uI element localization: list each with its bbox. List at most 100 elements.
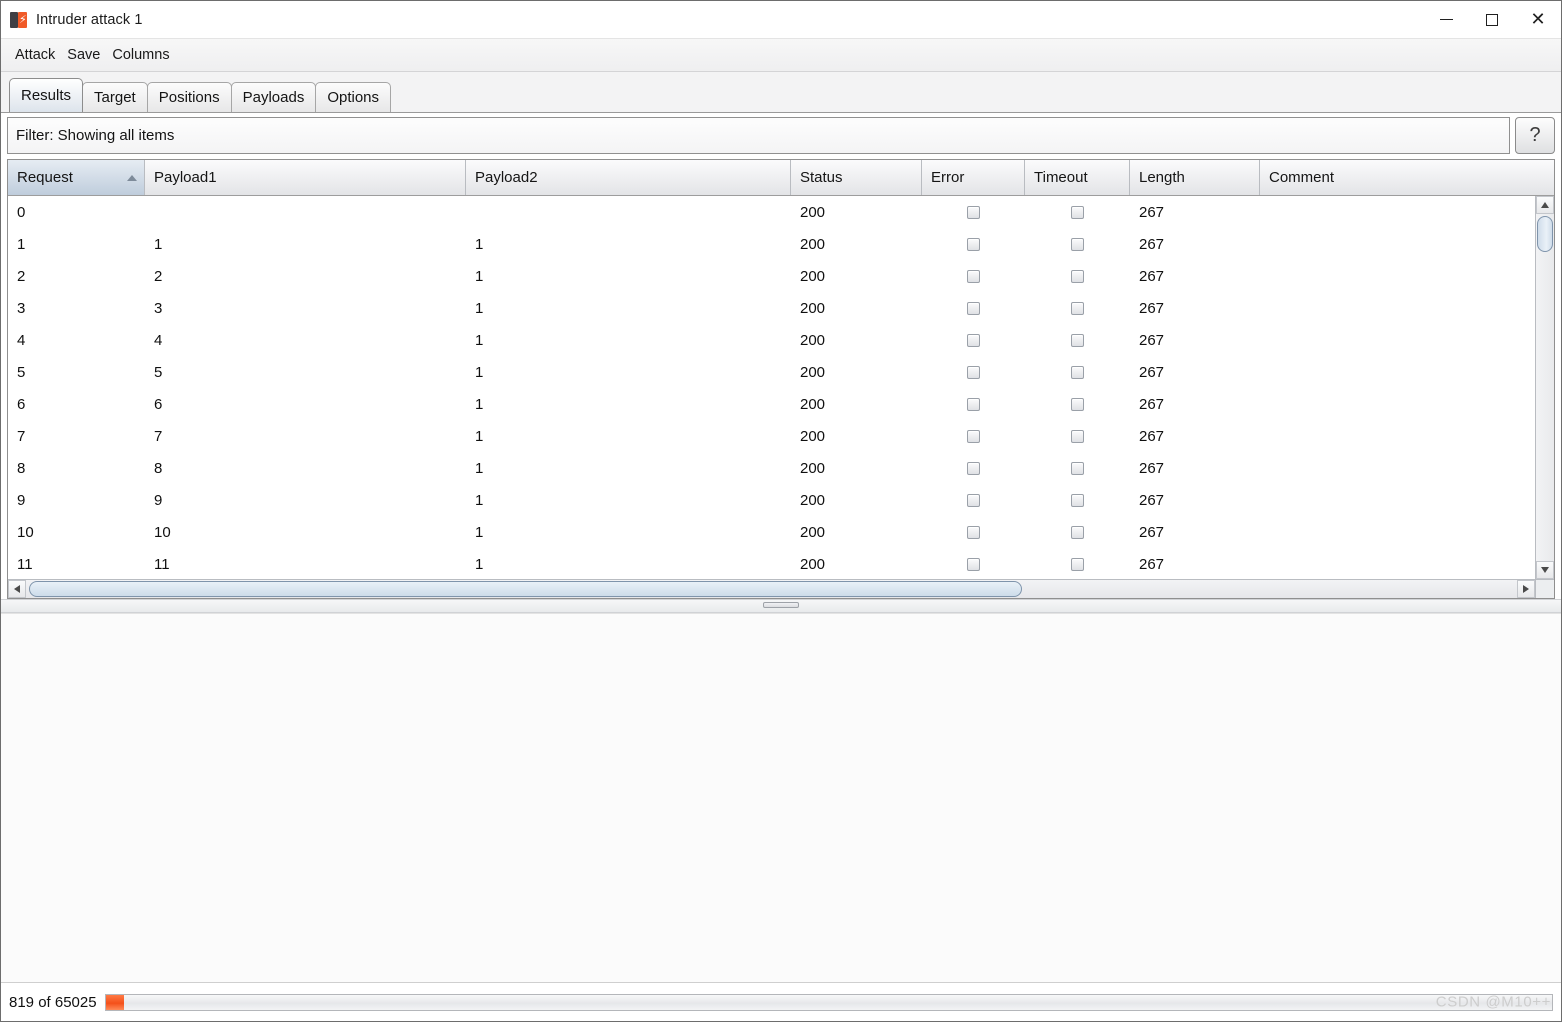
column-header-request[interactable]: Request bbox=[8, 160, 145, 195]
checkbox-error[interactable] bbox=[967, 525, 980, 539]
cell-status: 200 bbox=[800, 203, 826, 221]
horizontal-scrollbar[interactable] bbox=[8, 579, 1535, 598]
panel-splitter[interactable] bbox=[1, 599, 1561, 613]
column-header-label: Length bbox=[1139, 169, 1185, 186]
checkbox-timeout[interactable] bbox=[1071, 397, 1084, 411]
table-row[interactable]: 6 6 1 200 267 bbox=[8, 388, 1528, 420]
filter-bar[interactable]: Filter: Showing all items bbox=[7, 117, 1510, 154]
cell-length: 267 bbox=[1139, 555, 1165, 573]
maximize-button[interactable] bbox=[1469, 1, 1515, 38]
column-header-error[interactable]: Error bbox=[922, 160, 1025, 195]
checkbox-timeout[interactable] bbox=[1071, 493, 1084, 507]
scroll-left-icon[interactable] bbox=[8, 580, 26, 598]
checkbox-error[interactable] bbox=[967, 205, 980, 219]
menu-bar: Attack Save Columns bbox=[1, 38, 1561, 72]
cell-payload2: 1 bbox=[475, 523, 484, 541]
checkbox-error[interactable] bbox=[967, 237, 980, 251]
cell-request: 1 bbox=[17, 235, 26, 253]
table-row[interactable]: 11 11 1 200 267 bbox=[8, 548, 1528, 580]
results-table: Request Payload1 Payload2 Status Error T… bbox=[7, 159, 1555, 599]
window-controls: ✕ bbox=[1423, 1, 1561, 38]
column-header-payload1[interactable]: Payload1 bbox=[145, 160, 466, 195]
table-row[interactable]: 3 3 1 200 267 bbox=[8, 292, 1528, 324]
checkbox-timeout[interactable] bbox=[1071, 365, 1084, 379]
cell-timeout bbox=[1025, 196, 1130, 228]
checkbox-error[interactable] bbox=[967, 301, 980, 315]
cell-timeout bbox=[1025, 292, 1130, 324]
menu-attack[interactable]: Attack bbox=[9, 45, 61, 65]
sort-ascending-icon bbox=[127, 174, 137, 181]
table-row[interactable]: 1 1 1 200 267 bbox=[8, 228, 1528, 260]
intruder-attack-window: ⚡ Intruder attack 1 ✕ Attack Save Column… bbox=[0, 0, 1562, 1022]
checkbox-timeout[interactable] bbox=[1071, 269, 1084, 283]
column-header-status[interactable]: Status bbox=[791, 160, 922, 195]
table-row[interactable]: 8 8 1 200 267 bbox=[8, 452, 1528, 484]
vertical-scroll-thumb[interactable] bbox=[1537, 216, 1553, 252]
checkbox-error[interactable] bbox=[967, 493, 980, 507]
close-button[interactable]: ✕ bbox=[1515, 1, 1561, 38]
horizontal-scroll-thumb[interactable] bbox=[29, 581, 1022, 597]
status-bar: 819 of 65025 CSDN @M10++ bbox=[1, 982, 1561, 1021]
vertical-scrollbar[interactable] bbox=[1535, 196, 1554, 579]
help-button[interactable]: ? bbox=[1515, 117, 1555, 154]
cell-error bbox=[922, 228, 1025, 260]
table-row[interactable]: 5 5 1 200 267 bbox=[8, 356, 1528, 388]
column-header-comment[interactable]: Comment bbox=[1260, 160, 1548, 195]
cell-error bbox=[922, 484, 1025, 516]
tab-options[interactable]: Options bbox=[315, 82, 392, 112]
checkbox-timeout[interactable] bbox=[1071, 237, 1084, 251]
cell-comment bbox=[1260, 420, 1528, 452]
checkbox-timeout[interactable] bbox=[1071, 429, 1084, 443]
cell-timeout bbox=[1025, 388, 1130, 420]
cell-payload1: 5 bbox=[154, 363, 163, 381]
splitter-grip[interactable] bbox=[763, 602, 799, 608]
checkbox-error[interactable] bbox=[967, 461, 980, 475]
checkbox-timeout[interactable] bbox=[1071, 557, 1084, 571]
table-row[interactable]: 0 200 267 bbox=[8, 196, 1528, 228]
scroll-down-icon[interactable] bbox=[1536, 561, 1554, 579]
checkbox-timeout[interactable] bbox=[1071, 525, 1084, 539]
table-row[interactable]: 2 2 1 200 267 bbox=[8, 260, 1528, 292]
checkbox-error[interactable] bbox=[967, 333, 980, 347]
column-header-payload2[interactable]: Payload2 bbox=[466, 160, 791, 195]
cell-status: 200 bbox=[800, 331, 826, 349]
cell-status: 200 bbox=[800, 523, 826, 541]
cell-request: 3 bbox=[17, 299, 26, 317]
cell-length: 267 bbox=[1139, 203, 1165, 221]
table-row[interactable]: 4 4 1 200 267 bbox=[8, 324, 1528, 356]
cell-payload1: 6 bbox=[154, 395, 163, 413]
table-body[interactable]: 0 200 267 1 1 1 200 267 2 2 1 200 267 3 3 1 200 267 4 4 1 200… bbox=[8, 196, 1528, 580]
column-header-timeout[interactable]: Timeout bbox=[1025, 160, 1130, 195]
cell-timeout bbox=[1025, 452, 1130, 484]
cell-comment bbox=[1260, 324, 1528, 356]
checkbox-error[interactable] bbox=[967, 557, 980, 571]
table-row[interactable]: 7 7 1 200 267 bbox=[8, 420, 1528, 452]
column-header-label: Payload1 bbox=[154, 169, 217, 186]
tab-label: Positions bbox=[158, 89, 220, 106]
checkbox-error[interactable] bbox=[967, 429, 980, 443]
checkbox-timeout[interactable] bbox=[1071, 333, 1084, 347]
tab-results[interactable]: Results bbox=[9, 78, 84, 112]
checkbox-error[interactable] bbox=[967, 269, 980, 283]
table-row[interactable]: 9 9 1 200 267 bbox=[8, 484, 1528, 516]
tab-payloads[interactable]: Payloads bbox=[230, 82, 317, 112]
menu-columns[interactable]: Columns bbox=[106, 45, 175, 65]
column-header-length[interactable]: Length bbox=[1130, 160, 1260, 195]
scroll-right-icon[interactable] bbox=[1517, 580, 1535, 598]
scroll-up-icon[interactable] bbox=[1536, 196, 1554, 214]
cell-length: 267 bbox=[1139, 363, 1165, 381]
menu-save[interactable]: Save bbox=[61, 45, 106, 65]
checkbox-error[interactable] bbox=[967, 397, 980, 411]
minimize-button[interactable] bbox=[1423, 1, 1469, 38]
checkbox-timeout[interactable] bbox=[1071, 301, 1084, 315]
checkbox-timeout[interactable] bbox=[1071, 205, 1084, 219]
cell-payload2: 1 bbox=[475, 267, 484, 285]
cell-length: 267 bbox=[1139, 331, 1165, 349]
tab-target[interactable]: Target bbox=[82, 82, 148, 112]
tab-positions[interactable]: Positions bbox=[146, 82, 232, 112]
checkbox-timeout[interactable] bbox=[1071, 461, 1084, 475]
table-row[interactable]: 10 10 1 200 267 bbox=[8, 516, 1528, 548]
filter-text: Filter: Showing all items bbox=[16, 127, 175, 144]
checkbox-error[interactable] bbox=[967, 365, 980, 379]
cell-payload2: 1 bbox=[475, 555, 484, 573]
